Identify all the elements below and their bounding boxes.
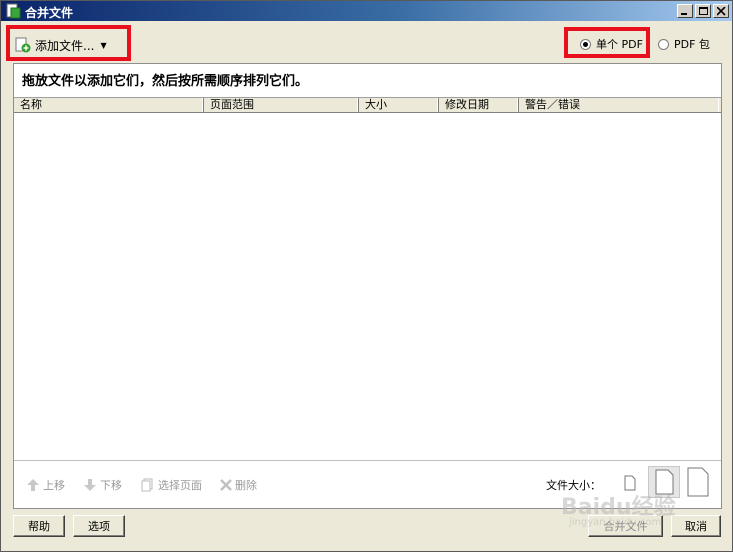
select-pages-button[interactable]: 选择页面 [141, 477, 202, 493]
arrow-down-icon [84, 479, 96, 491]
minimize-button[interactable] [677, 4, 693, 18]
radio-pdf-package-label: PDF 包 [674, 38, 710, 51]
select-pages-label: 选择页面 [158, 479, 202, 492]
radio-pdf-package[interactable]: PDF 包 [658, 36, 710, 52]
arrow-up-icon [27, 479, 39, 491]
pages-icon [141, 478, 153, 492]
options-button[interactable]: 选项 [73, 515, 125, 537]
title-bar: 合并文件 [1, 1, 732, 21]
radio-indicator [658, 38, 669, 50]
maximize-button[interactable] [695, 4, 711, 18]
delete-button[interactable]: 删除 [220, 477, 257, 493]
close-icon [717, 7, 726, 16]
drop-instruction: 拖放文件以添加它们，然后按所需顺序排列它们。 [22, 74, 309, 89]
close-button[interactable] [713, 4, 729, 18]
watermark-url: jingyan.baidu.com [569, 517, 662, 528]
delete-x-icon [220, 479, 232, 491]
delete-label: 删除 [235, 479, 257, 492]
column-header-size[interactable]: 大小 [359, 98, 439, 112]
help-button[interactable]: 帮助 [13, 515, 65, 537]
file-list-header: 名称 页面范围 大小 修改日期 警告／错误 [14, 97, 721, 113]
maximize-icon [699, 7, 708, 15]
combine-files-window: 合并文件 添加文件... ▼ 单个 PDF PDF 包 拖放文件以添加它们，然后… [0, 0, 733, 552]
column-header-modified-date[interactable]: 修改日期 [439, 98, 519, 112]
move-down-label: 下移 [100, 479, 122, 492]
baidu-watermark: Baidu经验 jingyan.baidu.com [561, 489, 731, 537]
annotation-highlight-single-pdf [564, 27, 650, 58]
column-header-name[interactable]: 名称 [14, 98, 204, 112]
window-title: 合并文件 [25, 6, 74, 20]
file-list-panel: 拖放文件以添加它们，然后按所需顺序排列它们。 名称 页面范围 大小 修改日期 警… [13, 63, 722, 509]
column-header-warnings[interactable]: 警告／错误 [519, 98, 719, 112]
file-list-drop-area[interactable] [14, 114, 721, 459]
move-up-label: 上移 [43, 479, 65, 492]
app-icon [6, 3, 21, 19]
minimize-icon [681, 13, 687, 15]
move-up-button[interactable]: 上移 [26, 477, 65, 493]
annotation-highlight-add-files [6, 25, 131, 61]
move-down-button[interactable]: 下移 [83, 477, 122, 493]
column-header-page-range[interactable]: 页面范围 [204, 98, 359, 112]
